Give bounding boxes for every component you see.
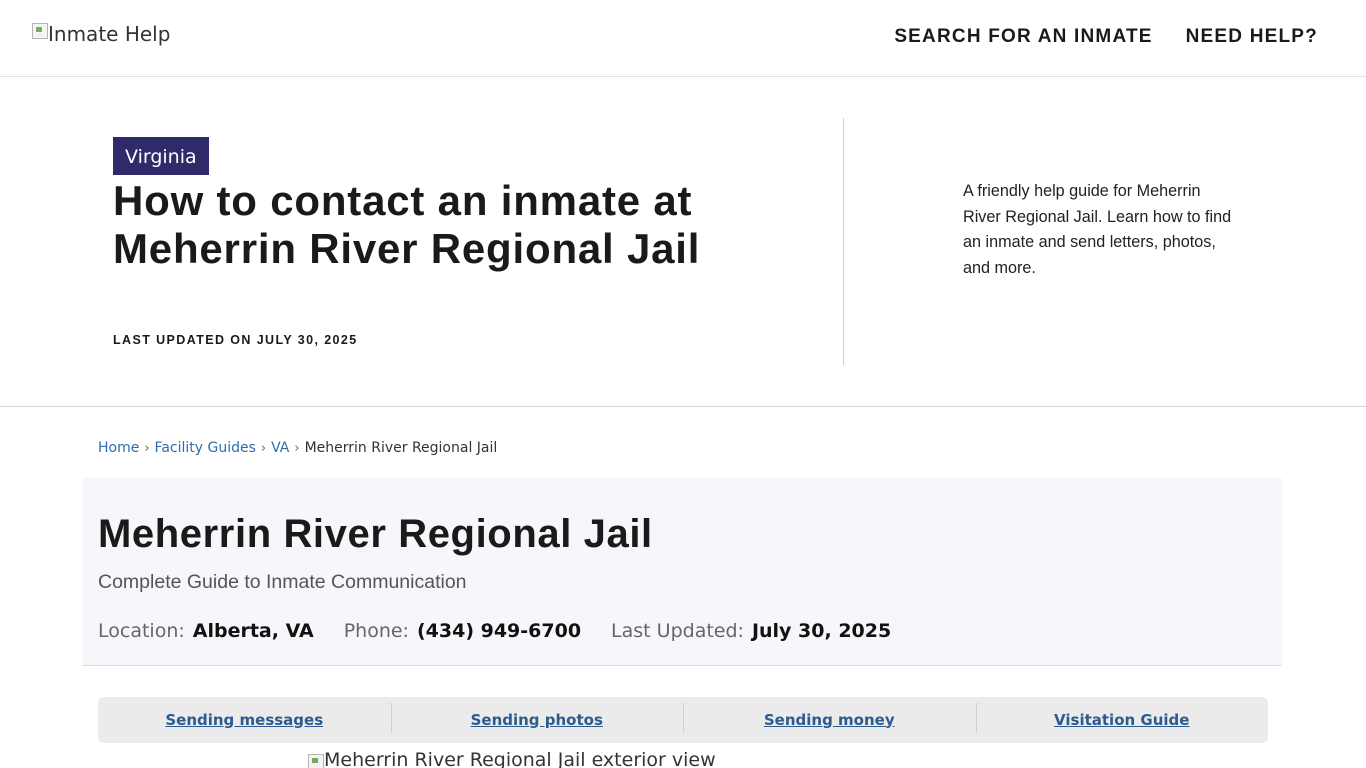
breadcrumb: Home › Facility Guides › VA › Meherrin R… (98, 440, 497, 456)
link-sending-photos[interactable]: Sending photos (471, 711, 603, 729)
breadcrumb-current: Meherrin River Regional Jail (304, 440, 498, 456)
state-badge[interactable]: Virginia (113, 137, 209, 175)
facility-exterior-image: Meherrin River Regional Jail exterior vi… (308, 749, 716, 768)
phone-meta: Phone: (434) 949-6700 (344, 620, 581, 642)
facility-subtitle: Complete Guide to Inmate Communication (98, 571, 467, 593)
quick-link-item: Sending messages (98, 711, 391, 730)
updated-value: July 30, 2025 (751, 620, 892, 642)
hero-section: Virginia How to contact an inmate at Meh… (0, 77, 1366, 407)
hero-description: A friendly help guide for Meherrin River… (963, 182, 1232, 277)
quick-link-item: Visitation Guide (975, 702, 1269, 733)
nav-search-inmate[interactable]: SEARCH FOR AN INMATE (894, 26, 1152, 48)
broken-image-icon (32, 23, 48, 39)
quick-links-bar: Sending messages Sending photos Sending … (98, 697, 1268, 743)
location-meta: Location: Alberta, VA (98, 620, 314, 642)
quick-link-item: Sending money (683, 702, 976, 733)
exterior-image-alt: Meherrin River Regional Jail exterior vi… (324, 749, 716, 768)
updated-meta: Last Updated: July 30, 2025 (611, 620, 891, 642)
nav-need-help[interactable]: NEED HELP? (1186, 26, 1318, 48)
link-visitation-guide[interactable]: Visitation Guide (1054, 711, 1189, 729)
phone-value[interactable]: (434) 949-6700 (417, 620, 581, 642)
phone-label: Phone: (343, 620, 409, 642)
breadcrumb-home[interactable]: Home (98, 440, 139, 456)
main-nav: SEARCH FOR AN INMATE NEED HELP? (894, 26, 1318, 48)
facility-panel: Meherrin River Regional Jail Complete Gu… (83, 478, 1282, 666)
location-value: Alberta, VA (192, 620, 314, 642)
last-updated-text: LAST UPDATED ON JULY 30, 2025 (113, 333, 358, 347)
location-label: Location: (98, 620, 185, 642)
page-title: How to contact an inmate at Meherrin Riv… (113, 177, 701, 272)
breadcrumb-facility-guides[interactable]: Facility Guides (155, 440, 256, 456)
link-sending-money[interactable]: Sending money (764, 711, 895, 729)
breadcrumb-separator: › (294, 440, 300, 456)
hero-divider (843, 118, 844, 365)
quick-link-item: Sending photos (390, 702, 684, 733)
updated-label: Last Updated: (611, 620, 744, 642)
broken-image-icon (308, 754, 324, 768)
site-header: Inmate Help SEARCH FOR AN INMATE NEED HE… (0, 0, 1366, 77)
facility-title: Meherrin River Regional Jail (98, 512, 653, 556)
logo-alt-text: Inmate Help (48, 22, 171, 46)
breadcrumb-separator: › (144, 440, 150, 456)
breadcrumb-separator: › (260, 440, 267, 456)
link-sending-messages[interactable]: Sending messages (165, 711, 323, 729)
breadcrumb-va[interactable]: VA (271, 440, 289, 456)
facility-meta: Location: Alberta, VA Phone: (434) 949-670… (98, 620, 921, 642)
logo-link[interactable]: Inmate Help (32, 22, 170, 46)
